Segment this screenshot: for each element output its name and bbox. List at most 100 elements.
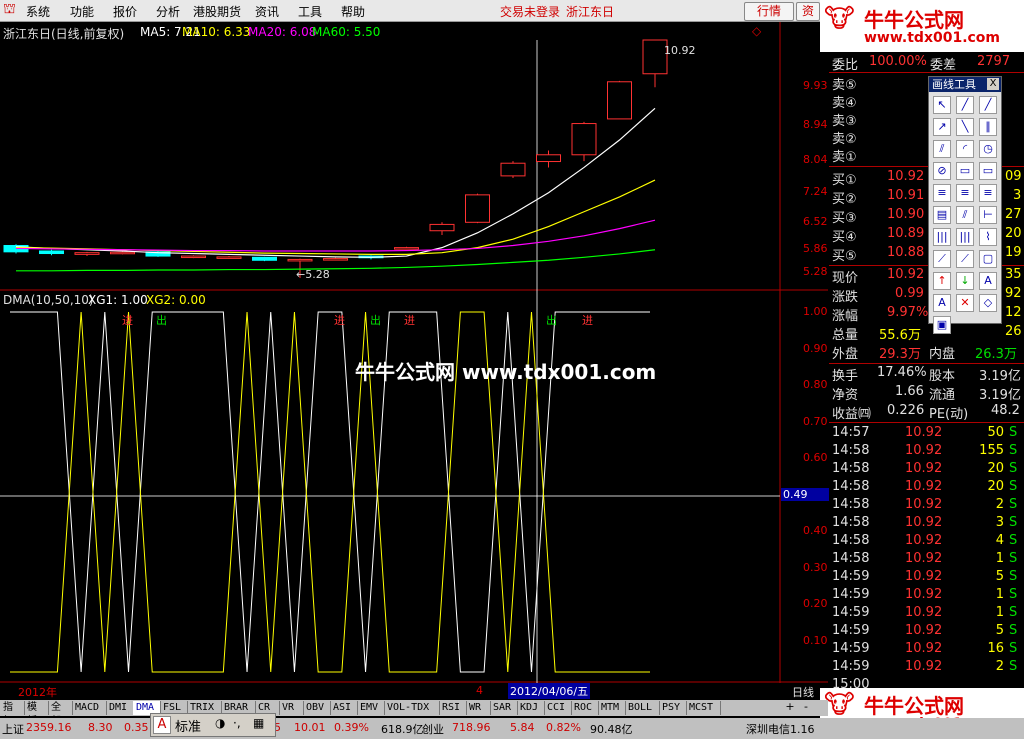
candle-body[interactable] [465, 194, 490, 223]
diamond-icon[interactable]: ◇ [752, 24, 761, 38]
tab-scroll-minus[interactable]: - [799, 700, 813, 716]
candle-body[interactable] [252, 256, 277, 261]
candle-body[interactable] [110, 251, 135, 255]
ime-a-icon[interactable]: A [153, 716, 171, 734]
tab-psy[interactable]: PSY [659, 701, 687, 715]
candle-body[interactable] [216, 256, 242, 259]
tab-cci[interactable]: CCI [544, 701, 572, 715]
cy-index-label[interactable]: 创业 [422, 721, 444, 737]
tick-row[interactable]: 14:59 10.92 1 S [829, 587, 1024, 605]
tool-gann-icon[interactable]: ⫽ [956, 206, 974, 224]
tab-sar[interactable]: SAR [490, 701, 518, 715]
tab-kdj[interactable]: KDJ [517, 701, 545, 715]
ime-bar[interactable]: A 标准 ◑ ·, ▦ [150, 713, 276, 737]
tool-text2-icon[interactable]: A [933, 294, 951, 312]
tab-roc[interactable]: ROC [571, 701, 599, 715]
tool-fib3-icon[interactable]: ≡ [979, 184, 997, 202]
menu-item-quote[interactable]: 报价 [113, 3, 137, 20]
tab-emv[interactable]: EMV [357, 701, 385, 715]
tool-gap-icon[interactable]: ▭ [956, 162, 974, 180]
draw-tools-panel[interactable]: 画线工具 X ↖ ╱ ╱ ↗ ╲ ∥ ⫽ ◜ ◷ ⊘ ▭ ▭ ≡ ≡ ≡ ▤ ⫽ ⊢ ||| ||| ⌇ ⟋ ⟋ ▢ ↑ ↓ A A ✕ ◇… [928, 76, 1002, 334]
candle-body[interactable] [181, 255, 206, 259]
tick-row[interactable]: 14:58 10.92 2 S [829, 497, 1024, 515]
menu-item-tools[interactable]: 工具 [298, 3, 322, 20]
tool-fib-icon[interactable]: ≡ [933, 184, 951, 202]
tick-row[interactable]: 14:59 10.92 16 S [829, 641, 1024, 659]
tab-vr[interactable]: VR [279, 701, 304, 715]
tab-模板[interactable]: 模板 [24, 701, 49, 727]
tool-ban-icon[interactable]: ⊘ [933, 162, 951, 180]
tab-mcst[interactable]: MCST [686, 701, 721, 715]
candle-body[interactable] [39, 250, 64, 255]
info-button[interactable]: 资 [796, 2, 820, 21]
tool-box-icon[interactable]: ▤ [933, 206, 951, 224]
menu-item-info[interactable]: 资讯 [255, 3, 279, 20]
tick-row[interactable]: 14:57 10.92 50 S [829, 425, 1024, 443]
tool-circle-icon[interactable]: ◷ [979, 140, 997, 158]
candle-body[interactable] [571, 123, 597, 156]
menu-item-analysis[interactable]: 分析 [156, 3, 180, 20]
tool-ray-icon[interactable]: ╱ [979, 96, 997, 114]
tick-row[interactable]: 14:58 10.92 3 S [829, 515, 1024, 533]
menu-item-system[interactable]: 系统 [26, 3, 50, 20]
tick-row[interactable]: 14:59 10.92 2 S [829, 659, 1024, 677]
ime-keyboard-icon[interactable]: ▦ [253, 716, 264, 730]
menu-item-hk-futures[interactable]: 港股期货 [193, 3, 241, 20]
tab-macd[interactable]: MACD [72, 701, 107, 715]
tool-shape-icon[interactable]: ◇ [979, 294, 997, 312]
tool-arrow-icon[interactable]: ↗ [933, 118, 951, 136]
tool-speed-icon[interactable]: ⊢ [979, 206, 997, 224]
ime-mode[interactable]: 标准 [175, 716, 201, 735]
sh-index-label[interactable]: 上证 [2, 721, 24, 737]
candle-body[interactable] [323, 258, 348, 261]
tool-parallel-icon[interactable]: ∥ [979, 118, 997, 136]
tool-delete-icon[interactable]: ✕ [956, 294, 974, 312]
tool-line-icon[interactable]: ╱ [956, 96, 974, 114]
tick-row[interactable]: 14:58 10.92 4 S [829, 533, 1024, 551]
login-status[interactable]: 交易未登录 [500, 3, 560, 20]
tool-segment-icon[interactable]: ╲ [956, 118, 974, 136]
tick-row[interactable]: 14:59 10.92 5 S [829, 569, 1024, 587]
tab-指标[interactable]: 指标 [0, 701, 25, 727]
close-button[interactable]: X [987, 78, 999, 90]
tool-down-arrow-icon[interactable]: ↓ [956, 272, 974, 290]
tool-rect-icon[interactable]: ▢ [979, 250, 997, 268]
tick-row[interactable]: 14:58 10.92 1 S [829, 551, 1024, 569]
ime-punct-icon[interactable]: ·, [233, 716, 241, 730]
tool-table-icon[interactable]: ▣ [933, 316, 951, 334]
tool-fan-icon[interactable]: ⟋ [933, 250, 951, 268]
tab-scroll-plus[interactable]: + [783, 700, 797, 716]
tab-wr[interactable]: WR [466, 701, 491, 715]
quote-button[interactable]: 行情 [744, 2, 794, 21]
candle-body[interactable] [429, 223, 455, 232]
tick-row[interactable]: 14:58 10.92 20 S [829, 479, 1024, 497]
tool-cycle2-icon[interactable]: ||| [956, 228, 974, 246]
candle-body[interactable] [500, 162, 526, 177]
tab-asi[interactable]: ASI [330, 701, 358, 715]
tool-channel-icon[interactable]: ⫽ [933, 140, 951, 158]
tab-vol-tdx[interactable]: VOL-TDX [384, 701, 440, 715]
tick-row[interactable]: 14:59 10.92 5 S [829, 623, 1024, 641]
ime-moon-icon[interactable]: ◑ [215, 716, 225, 730]
tick-row[interactable]: 14:58 10.92 20 S [829, 461, 1024, 479]
candle-body[interactable] [536, 154, 561, 163]
tab-mtm[interactable]: MTM [598, 701, 626, 715]
menu-item-function[interactable]: 功能 [70, 3, 94, 20]
draw-tools-title[interactable]: 画线工具 X [929, 77, 1001, 92]
tool-arc-icon[interactable]: ◜ [956, 140, 974, 158]
tab-boll[interactable]: BOLL [625, 701, 660, 715]
candle-body[interactable] [394, 247, 419, 250]
chart-area[interactable]: 浙江东日(日线,前复权) MA5: 7.21 MA10: 6.33 MA20: … [0, 22, 829, 683]
tick-row[interactable]: 14:58 10.92 155 S [829, 443, 1024, 461]
tool-fan2-icon[interactable]: ⟋ [956, 250, 974, 268]
tool-gap2-icon[interactable]: ▭ [979, 162, 997, 180]
period-label[interactable]: 日线 [792, 684, 814, 700]
tool-cycle-icon[interactable]: ||| [933, 228, 951, 246]
candle-body[interactable] [74, 252, 100, 255]
tool-text-icon[interactable]: A [979, 272, 997, 290]
tool-fib2-icon[interactable]: ≡ [956, 184, 974, 202]
tool-pointer-icon[interactable]: ↖ [933, 96, 951, 114]
tab-obv[interactable]: OBV [303, 701, 331, 715]
tab-dmi[interactable]: DMI [106, 701, 134, 715]
tick-row[interactable]: 14:59 10.92 1 S [829, 605, 1024, 623]
